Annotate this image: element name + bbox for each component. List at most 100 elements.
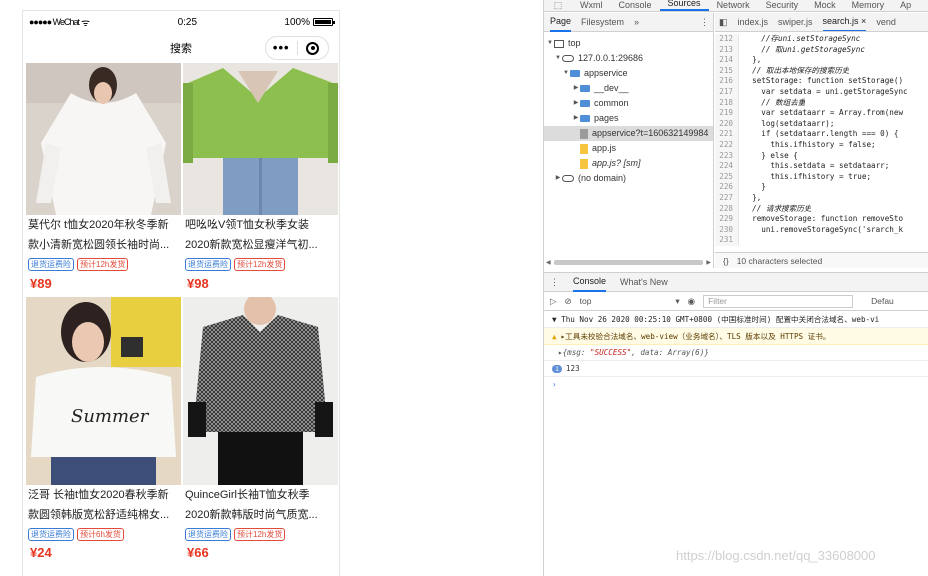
sidebar-toggle-icon[interactable]: ▷ <box>550 296 557 307</box>
product-title[interactable]: 莫代尔 t恤女2020年秋冬季新 款小清新宽松圆领长袖时尚... <box>26 215 181 255</box>
tab-security[interactable]: Security <box>758 0 807 11</box>
code-line[interactable]: 231 <box>715 235 928 246</box>
tab-sources[interactable]: Sources <box>659 0 709 11</box>
drawer-menu-icon[interactable]: ⋮ <box>550 277 559 288</box>
tab-network[interactable]: Network <box>709 0 758 11</box>
code-line[interactable]: 228 // 请求搜索历史 <box>715 203 928 215</box>
line-number[interactable]: 214 <box>715 55 739 66</box>
eye-icon[interactable]: ◉ <box>688 296 695 307</box>
clear-console-icon[interactable]: ⊘ <box>565 296 572 307</box>
code-line[interactable]: 229 removeStorage: function removeSto <box>715 214 928 225</box>
product-image[interactable] <box>26 63 181 215</box>
line-number[interactable]: 227 <box>715 192 739 204</box>
console-prompt[interactable]: › <box>544 377 928 393</box>
line-number[interactable]: 221 <box>715 129 739 140</box>
log-warning[interactable]: ▲ ▸工具未校验合法域名、web-view（业务域名）、TLS 版本以及 HTTP… <box>544 328 928 345</box>
line-number[interactable]: 219 <box>715 108 739 119</box>
code-line[interactable]: 217 var setdata = uni.getStorageSync <box>715 86 928 98</box>
tree-item[interactable]: ▶ pages <box>544 111 713 126</box>
product-card[interactable]: Summer 泛哥 长袖t恤女2020春秋季新 款圆领韩版宽松舒适纯棉女... … <box>26 297 181 567</box>
line-number[interactable]: 220 <box>715 118 739 130</box>
product-image[interactable] <box>183 63 338 215</box>
close-button[interactable] <box>298 41 329 55</box>
filter-input[interactable]: Filter <box>703 294 854 308</box>
line-number[interactable]: 222 <box>715 139 739 151</box>
log-object[interactable]: ▸{msg: "SUCCESS", data: Array(6)} <box>544 345 928 361</box>
tab-memory[interactable]: Memory <box>844 0 893 11</box>
kebab-menu-icon[interactable]: ⋮ <box>700 17 709 28</box>
code-line[interactable]: 212 //存uni.setStorageSync <box>715 34 928 45</box>
expand-arrow-icon[interactable]: ▼ <box>554 51 562 66</box>
tab-console[interactable]: Console <box>611 0 660 11</box>
line-number[interactable]: 213 <box>715 44 739 56</box>
tree-item[interactable]: ▶ __dev__ <box>544 81 713 96</box>
line-number[interactable]: 218 <box>715 97 739 109</box>
product-card[interactable]: QuinceGirl长袖T恤女秋季 2020新款韩版时尚气质宽... 退货运费险… <box>183 297 338 567</box>
tab-appdata[interactable]: Ap <box>892 0 919 11</box>
code-line[interactable]: 223 } else { <box>715 150 928 162</box>
more-button[interactable]: ••• <box>266 38 297 58</box>
code-line[interactable]: 214 }, <box>715 55 928 66</box>
product-image[interactable] <box>183 297 338 485</box>
tree-item[interactable]: ▶ common <box>544 96 713 111</box>
tab-page[interactable]: Page <box>550 13 572 32</box>
tree-item[interactable]: app.js <box>544 141 713 156</box>
line-number[interactable]: 226 <box>715 182 739 193</box>
tab-index-js[interactable]: index.js <box>738 17 769 27</box>
tree-item[interactable]: ▼ top <box>544 36 713 51</box>
product-image[interactable]: Summer <box>26 297 181 485</box>
tab-mock[interactable]: Mock <box>806 0 844 11</box>
log-info[interactable]: 1 123 <box>544 361 928 377</box>
line-number[interactable]: 223 <box>715 150 739 162</box>
collapse-arrow-icon[interactable]: ▶ <box>554 171 562 186</box>
code-line[interactable]: 230 uni.removeStorageSync('srarch_k <box>715 224 928 236</box>
code-line[interactable]: 225 this.ifhistory = true; <box>715 171 928 183</box>
product-title[interactable]: QuinceGirl长袖T恤女秋季 2020新款韩版时尚气质宽... <box>183 485 338 525</box>
toggle-navigator-icon[interactable]: ◧ <box>719 17 728 28</box>
collapse-arrow-icon[interactable]: ▶ <box>572 81 580 96</box>
tab-filesystem[interactable]: Filesystem <box>581 17 624 27</box>
tree-item-selected[interactable]: appservice?t=160632149984 <box>544 126 713 141</box>
code-line[interactable]: 215 // 取出本地保存的搜索历史 <box>715 65 928 77</box>
tab-vendor-js[interactable]: vend <box>876 17 896 27</box>
line-number[interactable]: 230 <box>715 224 739 236</box>
line-number[interactable]: 231 <box>715 235 739 246</box>
tree-item[interactable]: ▶ (no domain) <box>544 171 713 186</box>
product-card[interactable]: 吧吆吆V领T恤女秋季女装 2020新款宽松显瘦洋气初... 退货运费险 预计12h… <box>183 63 338 297</box>
code-line[interactable]: 220 log(setdataarr); <box>715 118 928 130</box>
line-number[interactable]: 216 <box>715 76 739 87</box>
tab-search-js[interactable]: search.js × <box>822 13 867 31</box>
line-number[interactable]: 224 <box>715 161 739 172</box>
tree-item[interactable]: app.js? [sm] <box>544 156 713 171</box>
line-number[interactable]: 215 <box>715 65 739 77</box>
line-number[interactable]: 212 <box>715 34 739 45</box>
inspect-icon[interactable]: ⬚ <box>544 0 572 11</box>
tree-item[interactable]: ▼ 127.0.0.1:29686 <box>544 51 713 66</box>
code-line[interactable]: 219 var setdataarr = Array.from(new <box>715 108 928 119</box>
log-group[interactable]: ▼ Thu Nov 26 2020 00:25:10 GMT+0800 (中国标… <box>544 311 928 328</box>
expand-arrow-icon[interactable]: ▼ <box>546 36 554 51</box>
more-tabs-icon[interactable]: » <box>634 17 639 27</box>
line-number[interactable]: 225 <box>715 171 739 183</box>
code-lines[interactable]: 212 //存uni.setStorageSync 213 // 取uni.get… <box>715 32 928 246</box>
tab-whats-new[interactable]: What's New <box>620 277 668 287</box>
line-number[interactable]: 228 <box>715 203 739 215</box>
code-line[interactable]: 216 setStorage: function setStorage() <box>715 76 928 87</box>
collapse-arrow-icon[interactable]: ▶ <box>572 96 580 111</box>
code-line[interactable]: 218 // 数组去重 <box>715 97 928 109</box>
code-line[interactable]: 222 this.ifhistory = false; <box>715 139 928 151</box>
tab-console-drawer[interactable]: Console <box>573 273 607 292</box>
code-line[interactable]: 224 this.setdata = setdataarr; <box>715 161 928 172</box>
tab-wxml[interactable]: Wxml <box>572 0 611 11</box>
tab-swiper-js[interactable]: swiper.js <box>778 17 813 27</box>
product-card[interactable]: 莫代尔 t恤女2020年秋冬季新 款小清新宽松圆领长袖时尚... 退货运费险 预计… <box>26 63 181 297</box>
context-selector[interactable]: top ▾ <box>580 296 680 307</box>
product-title[interactable]: 吧吆吆V领T恤女秋季女装 2020新款宽松显瘦洋气初... <box>183 215 338 255</box>
expand-arrow-icon[interactable]: ▼ <box>562 66 570 81</box>
horizontal-scrollbar[interactable]: ◀ ▶ <box>546 258 711 266</box>
code-line[interactable]: 213 // 取uni.getStorageSync <box>715 44 928 56</box>
pretty-print-icon[interactable]: {} <box>723 256 729 266</box>
log-levels-dropdown[interactable]: Defau <box>871 296 894 306</box>
line-number[interactable]: 229 <box>715 214 739 225</box>
code-line[interactable]: 221 if (setdataarr.length === 0) { <box>715 129 928 140</box>
